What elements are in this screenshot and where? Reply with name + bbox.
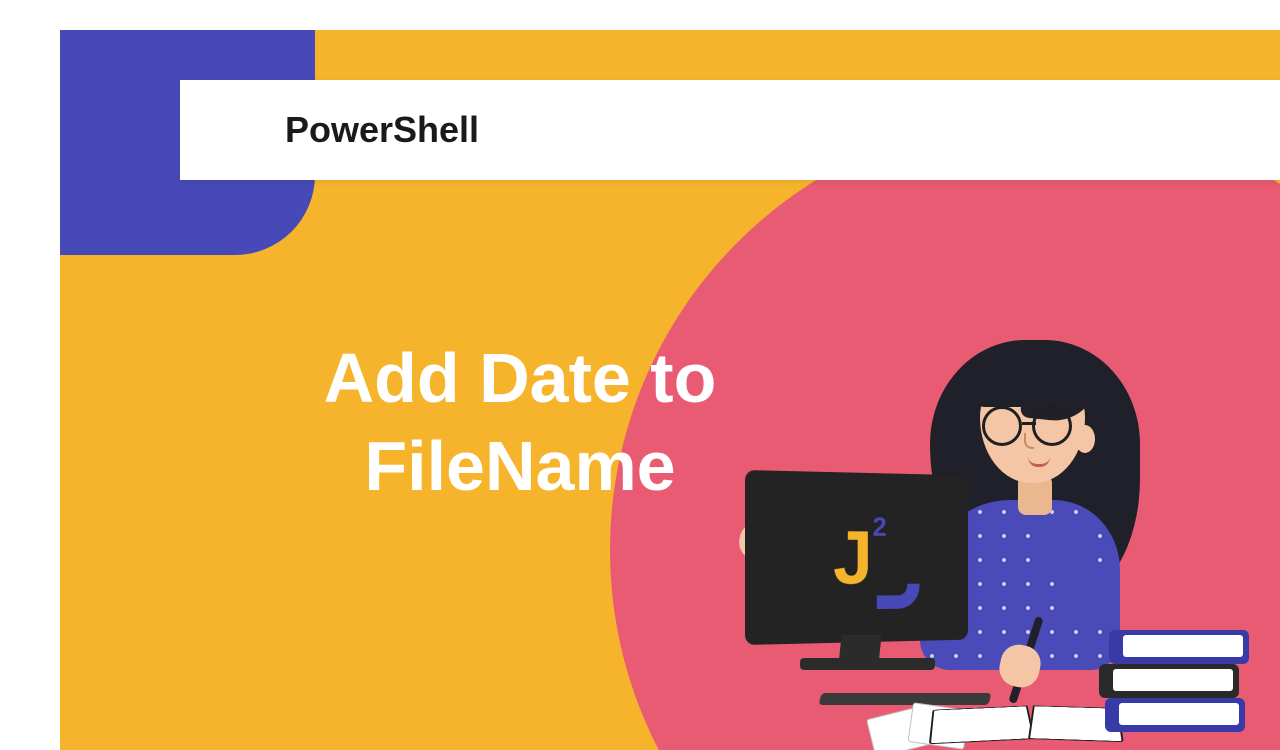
illustration: J2 (690, 320, 1260, 750)
book (1109, 630, 1249, 664)
monitor-base (800, 658, 935, 670)
books-stack-icon (1105, 602, 1255, 732)
logo-letter: J (833, 514, 873, 600)
banner-card: PowerShell Add Date to FileName (60, 30, 1280, 750)
logo: J2 (833, 513, 887, 602)
page: PowerShell Add Date to FileName (0, 0, 1280, 750)
nose (1024, 433, 1034, 449)
book (1099, 664, 1239, 698)
monitor-screen: J2 (745, 470, 968, 645)
heading-line-1: Add Date to (324, 339, 717, 417)
logo-superscript: 2 (873, 512, 887, 542)
ear (1075, 425, 1095, 453)
monitor-icon: J2 (745, 470, 990, 670)
logo-tail (877, 584, 920, 609)
book (1105, 698, 1245, 732)
category-bar: PowerShell (180, 80, 1280, 180)
heading-line-2: FileName (364, 427, 675, 505)
category-label: PowerShell (285, 109, 479, 151)
